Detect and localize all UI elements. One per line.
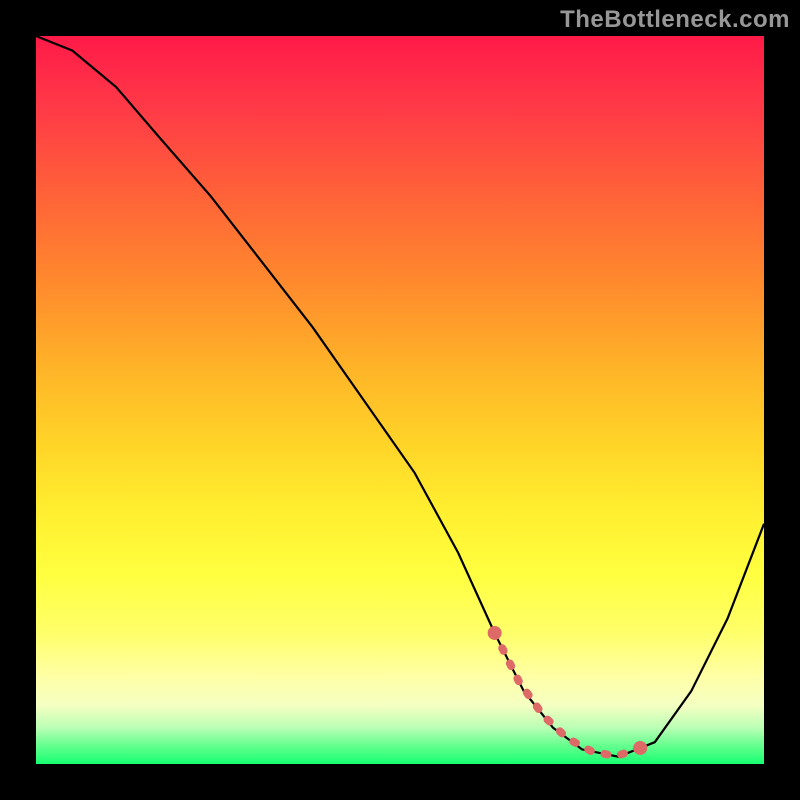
flat-start-dot (488, 626, 502, 640)
bottleneck-curve (36, 36, 764, 764)
flat-end-dot (633, 741, 647, 755)
curve-line (36, 36, 764, 757)
plot-area (36, 36, 764, 764)
chart-frame: TheBottleneck.com (0, 0, 800, 800)
watermark-label: TheBottleneck.com (560, 6, 790, 34)
